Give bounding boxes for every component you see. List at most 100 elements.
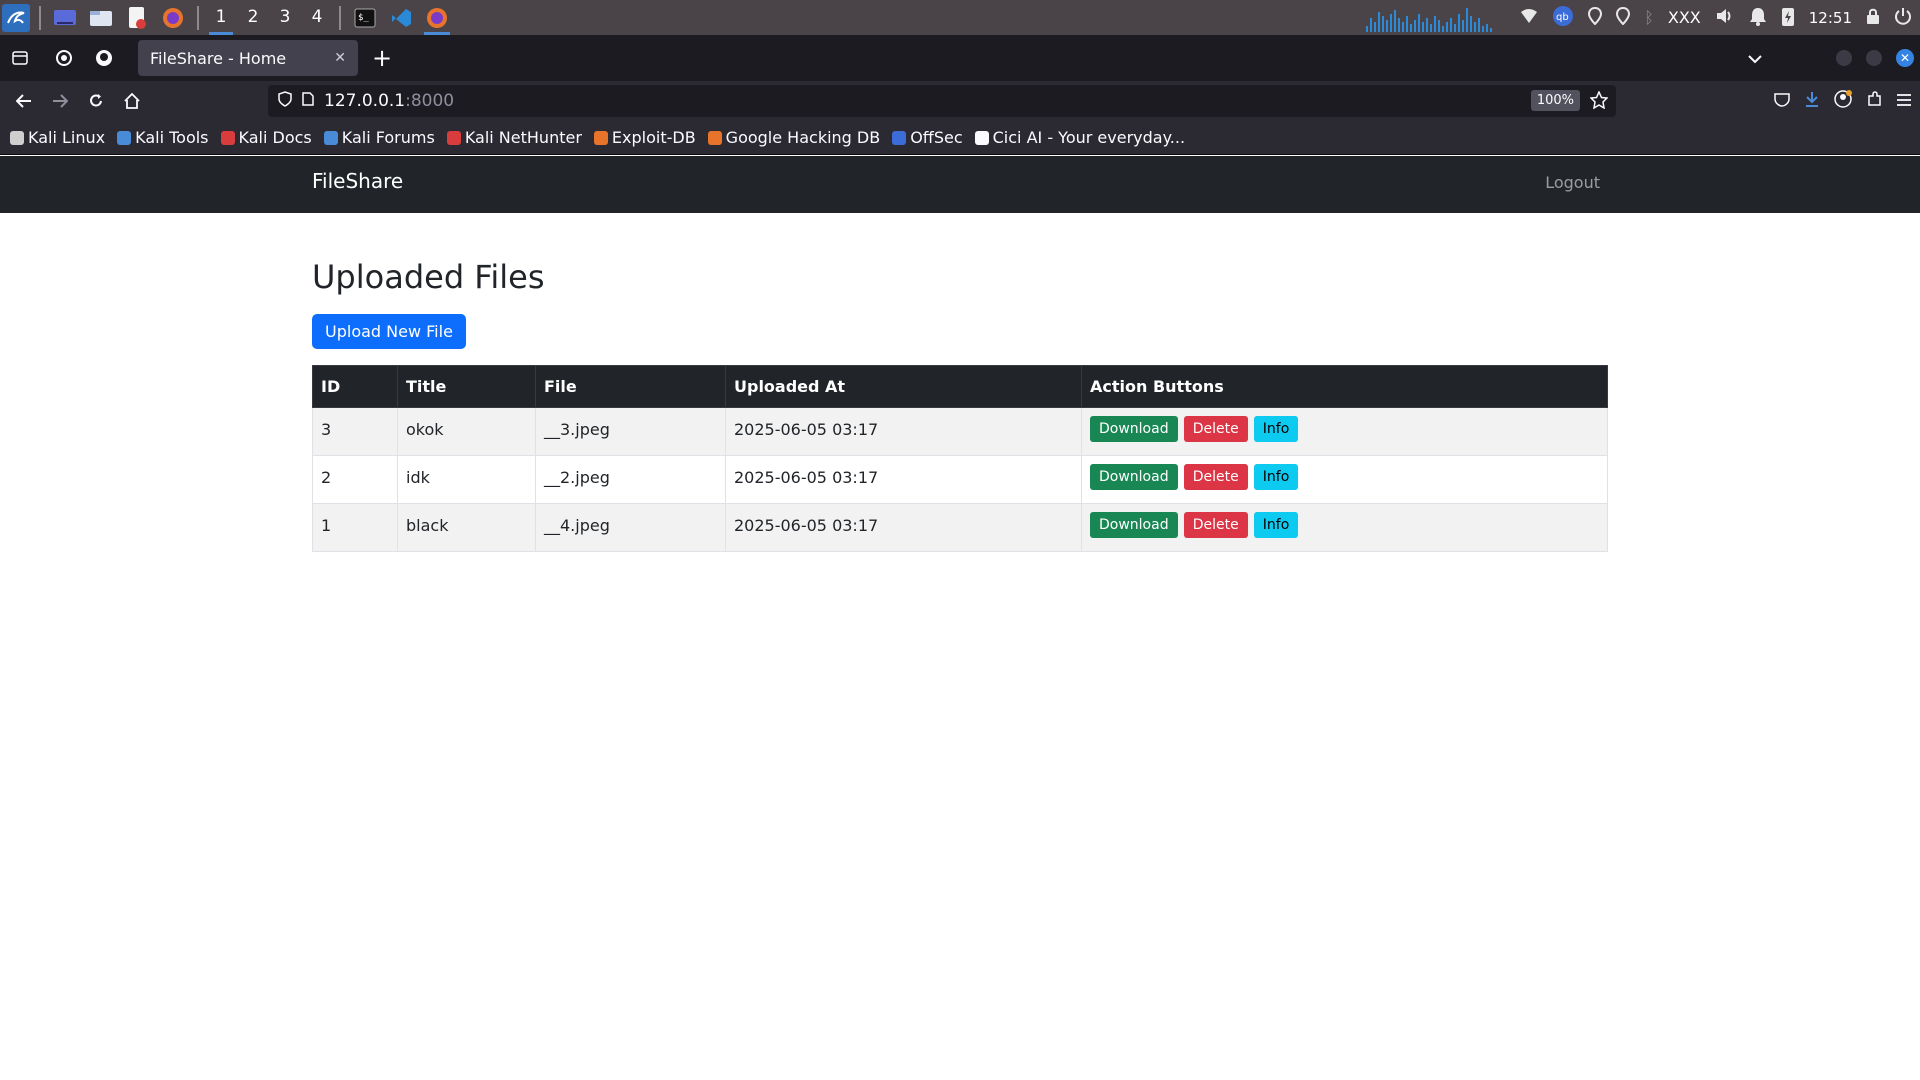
new-tab-icon[interactable]: + xyxy=(372,44,392,72)
terminal-icon[interactable]: $_ xyxy=(350,3,380,33)
close-tab-icon[interactable]: ✕ xyxy=(334,50,346,66)
bookmark-label: Kali NetHunter xyxy=(464,128,582,147)
cell-uploaded-at: 2025-06-05 03:17 xyxy=(725,407,1082,456)
openai-tab-icon[interactable] xyxy=(44,38,84,78)
page-info-icon[interactable] xyxy=(302,91,314,111)
bookmark-star-icon[interactable] xyxy=(1589,90,1609,114)
bookmark-google-hacking-db[interactable]: Google Hacking DB xyxy=(707,128,880,147)
zoom-level[interactable]: 100% xyxy=(1530,90,1580,111)
firefox-icon[interactable] xyxy=(422,3,452,35)
wifi-icon[interactable] xyxy=(1520,8,1538,28)
bookmark-label: Kali Linux xyxy=(28,128,106,147)
main-container: Uploaded Files Upload New File ID Title … xyxy=(312,213,1608,552)
info-button[interactable]: Info xyxy=(1253,416,1299,442)
qbittorrent-icon[interactable]: qb xyxy=(1552,5,1574,31)
battery-charging-icon[interactable] xyxy=(1781,5,1795,31)
location-pin-icon[interactable] xyxy=(1616,6,1631,29)
reload-icon[interactable] xyxy=(78,83,114,119)
browser-tab-bar: FileShare - Home ✕ + ✕ xyxy=(0,35,1920,81)
clock[interactable]: 12:51 xyxy=(1809,9,1852,27)
close-window-icon[interactable]: ✕ xyxy=(1896,49,1914,67)
cell-title: okok xyxy=(397,407,536,456)
url-host: 127.0.0.1 xyxy=(324,91,406,111)
location-pin-icon[interactable] xyxy=(1588,6,1603,29)
list-all-tabs-icon[interactable] xyxy=(1748,49,1762,68)
back-icon[interactable] xyxy=(6,83,42,119)
bookmark-kali-nethunter[interactable]: Kali NetHunter xyxy=(446,128,582,147)
lock-icon[interactable] xyxy=(1866,7,1880,29)
workspace-2[interactable]: 2 xyxy=(237,0,269,35)
url-bar[interactable]: 127.0.0.1:8000 100% xyxy=(268,85,1616,117)
text-editor-icon[interactable] xyxy=(122,3,152,33)
site-navbar: FileShare Logout xyxy=(0,156,1920,213)
tab-fileshare-home[interactable]: FileShare - Home ✕ xyxy=(138,40,358,76)
upload-new-file-button[interactable]: Upload New File xyxy=(312,314,466,349)
url-port: :8000 xyxy=(405,91,455,111)
menu-icon[interactable] xyxy=(1896,92,1912,111)
bookmark-kali-forums[interactable]: Kali Forums xyxy=(323,128,435,147)
offsec-icon xyxy=(892,130,907,145)
bookmark-exploit-db[interactable]: Exploit-DB xyxy=(593,128,696,147)
download-button[interactable]: Download xyxy=(1090,512,1178,538)
home-icon[interactable] xyxy=(114,83,150,119)
workspace-1[interactable]: 1 xyxy=(205,0,237,35)
volume-icon[interactable] xyxy=(1715,7,1735,29)
download-button[interactable]: Download xyxy=(1090,464,1178,490)
bluetooth-icon[interactable]: ᛒ xyxy=(1644,8,1654,27)
bookmark-label: Cici AI - Your everyday... xyxy=(992,128,1186,147)
column-header-file: File xyxy=(535,365,726,408)
status-text: XXX xyxy=(1667,8,1701,27)
forward-icon[interactable] xyxy=(42,83,78,119)
kali-tools-icon xyxy=(117,130,132,145)
taskbar-tray: qb ᛒ XXX 12:51 xyxy=(1366,0,1920,35)
kali-forums-icon xyxy=(323,130,338,145)
bookmark-kali-linux[interactable]: Kali Linux xyxy=(10,128,105,147)
network-graph-icon xyxy=(1366,7,1493,32)
shield-icon[interactable] xyxy=(278,90,292,112)
table-body: 3 okok __3.jpeg 2025-06-05 03:17 Downloa… xyxy=(312,407,1608,552)
account-icon[interactable] xyxy=(1834,90,1852,112)
desktop-icon[interactable] xyxy=(50,3,80,33)
minimize-window-icon[interactable] xyxy=(1836,50,1852,66)
vscode-icon[interactable] xyxy=(386,3,416,33)
workspace-4[interactable]: 4 xyxy=(301,0,333,35)
site-brand[interactable]: FileShare xyxy=(312,169,403,193)
downloads-icon[interactable] xyxy=(1804,91,1820,111)
page-viewport: FileShare Logout Uploaded Files Upload N… xyxy=(0,156,1920,1080)
download-button[interactable]: Download xyxy=(1090,416,1178,442)
kali-menu-icon[interactable] xyxy=(2,3,30,32)
bookmark-label: OffSec xyxy=(910,128,963,147)
logout-link[interactable]: Logout xyxy=(1545,173,1600,192)
extensions-icon[interactable] xyxy=(1866,91,1882,111)
cell-title: idk xyxy=(397,455,536,504)
page-title: Uploaded Files xyxy=(312,258,545,296)
table-row: 1 black __4.jpeg 2025-06-05 03:17 Downlo… xyxy=(312,503,1608,552)
info-button[interactable]: Info xyxy=(1253,464,1299,490)
delete-button[interactable]: Delete xyxy=(1183,512,1248,538)
cell-file: __3.jpeg xyxy=(535,407,726,456)
firefox-view-icon[interactable] xyxy=(0,38,40,78)
info-button[interactable]: Info xyxy=(1253,512,1299,538)
maximize-window-icon[interactable] xyxy=(1866,50,1882,66)
column-header-title: Title xyxy=(397,365,536,408)
bookmark-label: Kali Forums xyxy=(341,128,435,147)
cell-id: 2 xyxy=(312,455,398,504)
exploit-db-icon xyxy=(593,130,608,145)
cell-file: __4.jpeg xyxy=(535,503,726,552)
cell-id: 1 xyxy=(312,503,398,552)
delete-button[interactable]: Delete xyxy=(1183,416,1248,442)
notification-bell-icon[interactable] xyxy=(1749,6,1767,30)
bookmark-kali-tools[interactable]: Kali Tools xyxy=(117,128,209,147)
github-tab-icon[interactable] xyxy=(84,38,124,78)
delete-button[interactable]: Delete xyxy=(1183,464,1248,490)
pocket-icon[interactable] xyxy=(1774,92,1790,111)
bookmark-label: Exploit-DB xyxy=(611,128,696,147)
firefox-icon[interactable] xyxy=(158,3,188,33)
bookmark-offsec[interactable]: OffSec xyxy=(892,128,963,147)
file-manager-icon[interactable] xyxy=(86,3,116,33)
workspace-3[interactable]: 3 xyxy=(269,0,301,35)
svg-text:$_: $_ xyxy=(358,13,369,23)
bookmark-kali-docs[interactable]: Kali Docs xyxy=(220,128,312,147)
bookmark-cici-ai[interactable]: Cici AI - Your everyday... xyxy=(974,128,1186,147)
power-icon[interactable] xyxy=(1894,7,1912,29)
